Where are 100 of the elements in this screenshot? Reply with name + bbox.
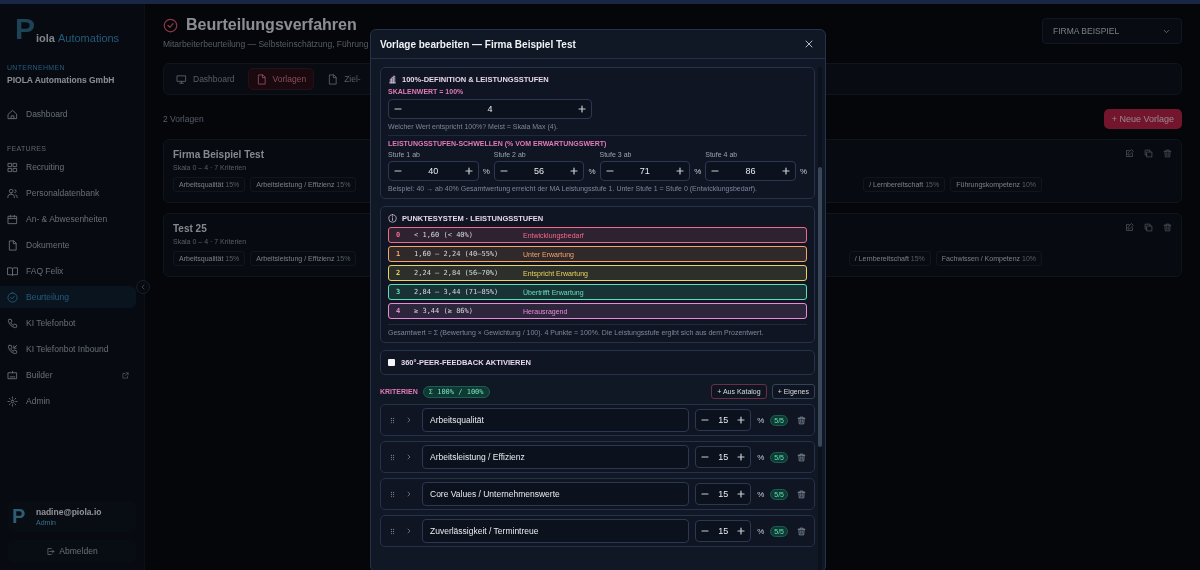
logo-text: iola [36, 32, 55, 44]
trash-icon[interactable] [797, 452, 806, 462]
logo-mark: P [15, 14, 35, 44]
grid-icon [7, 161, 18, 173]
plus-icon [736, 415, 747, 425]
tab[interactable]: Vorlagen [247, 68, 315, 90]
user-email: nadine@piola.io [36, 507, 102, 517]
stepper-value: 15 [718, 452, 729, 462]
logout-icon [46, 546, 56, 556]
increment-button[interactable] [780, 166, 791, 176]
criterion-name-field[interactable]: Arbeitsqualität [422, 408, 690, 432]
increment-button[interactable] [577, 104, 587, 114]
criterion-name-field[interactable]: Arbeitsleistung / Effizienz [422, 445, 690, 469]
increment-button[interactable] [736, 452, 747, 462]
increment-button[interactable] [675, 166, 686, 176]
chevron-icon[interactable] [405, 490, 413, 498]
unit-label: % [757, 415, 765, 425]
drag-handle-icon[interactable] [389, 416, 396, 424]
plus-icon [736, 489, 747, 499]
stepper-value: 71 [639, 166, 650, 176]
stepper-value: 15 [718, 415, 729, 425]
external-link-icon [122, 371, 129, 379]
document-icon [7, 239, 18, 251]
plus-icon [577, 104, 587, 114]
plus-icon [675, 166, 686, 176]
scrollbar[interactable] [818, 67, 822, 570]
user-avatar: P [12, 505, 27, 528]
nav-item[interactable]: Admin [0, 390, 136, 412]
monitor-icon [7, 369, 18, 381]
increment-button[interactable] [569, 166, 580, 176]
stepper-value: 86 [745, 166, 756, 176]
unit-label: % [757, 526, 765, 536]
trash-icon[interactable] [797, 489, 806, 499]
nav-item[interactable]: Dashboard [0, 103, 136, 125]
nav-item[interactable]: Personaldatenbank [0, 182, 136, 204]
template-count: 2 Vorlagen [163, 114, 204, 124]
company-name: PIOLA Automations GmbH [7, 75, 116, 85]
calendar-icon [7, 213, 18, 225]
unit-label: % [757, 452, 765, 462]
nav-item[interactable]: Builder [0, 364, 136, 386]
scale-stepper[interactable]: 4 [388, 99, 592, 119]
increment-button[interactable] [463, 166, 474, 176]
drag-handle-icon[interactable] [389, 490, 396, 498]
tab[interactable]: Dashboard [168, 68, 243, 90]
info-icon [388, 214, 397, 223]
book-icon [7, 265, 18, 277]
nav-item[interactable]: An- & Abwesenheiten [0, 208, 136, 230]
plus-icon [463, 166, 474, 176]
close-button[interactable] [803, 38, 815, 50]
criterion-name-field[interactable]: Core Values / Unternehmenswerte [422, 482, 690, 506]
weight-stepper[interactable]: 15 [695, 446, 752, 468]
nav-item[interactable]: KI Telefonbot [0, 312, 136, 334]
chevron-icon[interactable] [405, 527, 413, 535]
company-select[interactable]: FIRMA BEISPIEL [1042, 18, 1182, 44]
nav-item[interactable]: Dokumente [0, 234, 136, 256]
trash-icon[interactable] [797, 415, 806, 425]
increment-button[interactable] [736, 489, 747, 499]
weight-stepper[interactable]: 15 [695, 483, 752, 505]
document-icon [327, 73, 339, 85]
increment-button[interactable] [736, 415, 747, 425]
weight-stepper[interactable]: 15 [695, 409, 752, 431]
page-subtitle: Mitarbeiterbeurteilung — Selbsteinschätzung, Führung [163, 39, 369, 49]
threshold-stepper[interactable]: 40 [388, 161, 479, 181]
people-icon [7, 187, 18, 199]
home-icon [7, 108, 18, 120]
drag-handle-icon[interactable] [389, 527, 396, 535]
stepper-value: 15 [718, 526, 729, 536]
chevron-icon[interactable] [405, 453, 413, 461]
document-icon [255, 73, 267, 85]
increment-button[interactable] [736, 526, 747, 536]
page-title: Beurteilungsverfahren [186, 16, 357, 34]
stepper-value: 15 [718, 489, 729, 499]
template-title: Test 25 [173, 223, 208, 234]
monitor-icon [176, 73, 187, 85]
tab[interactable]: Ziel- [319, 68, 369, 90]
plus-icon [736, 526, 747, 536]
chevron-icon[interactable] [405, 416, 413, 424]
stepper-value: 40 [428, 166, 439, 176]
new-template-button[interactable]: + Neue Vorlage [1103, 109, 1182, 129]
template-title: Firma Beispiel Test [173, 149, 264, 160]
threshold-stepper[interactable]: 71 [599, 161, 691, 181]
drag-handle-icon[interactable] [389, 453, 396, 461]
criterion-name-field[interactable]: Zuverlässigkeit / Termintreue [422, 519, 690, 543]
plus-icon [736, 452, 747, 462]
unit-label: % [799, 166, 807, 176]
plus-icon [780, 166, 791, 176]
phone-icon [7, 343, 18, 355]
threshold-stepper[interactable]: 86 [705, 161, 796, 181]
bar-chart-icon [388, 75, 397, 84]
phone-icon [7, 317, 18, 329]
threshold-stepper[interactable]: 56 [493, 161, 585, 181]
nav-item[interactable]: Recruiting [0, 156, 136, 178]
close-icon [803, 38, 815, 50]
nav-item[interactable]: FAQ Felix [0, 260, 136, 282]
unit-label: % [482, 166, 490, 176]
logo-text: Automations [57, 32, 120, 44]
nav-item[interactable]: KI Telefonbot Inbound [0, 338, 136, 360]
trash-icon[interactable] [797, 526, 806, 536]
checkbox[interactable] [388, 359, 395, 366]
weight-stepper[interactable]: 15 [695, 520, 752, 542]
